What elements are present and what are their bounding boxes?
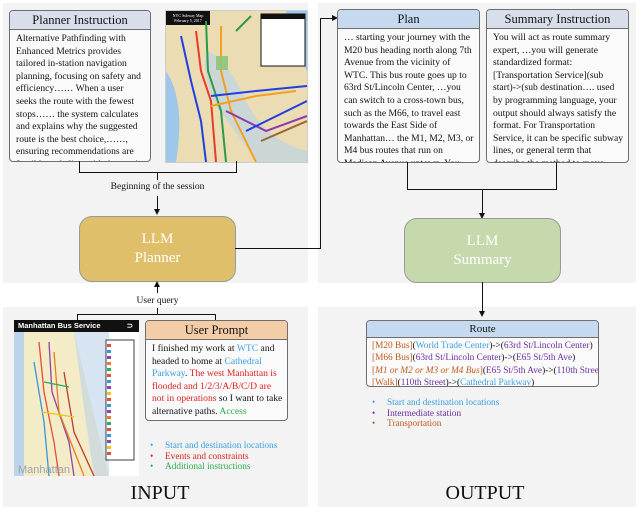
legend-label: Additional instructions	[165, 462, 251, 472]
route-service: M20 Bus	[375, 341, 410, 351]
legend-item-locations: • Start and destination locations	[150, 441, 278, 451]
legend-label: Events and constraints	[165, 451, 249, 462]
route-row: [M66 Bus](63rd St/Lincoln Center)->(E65 …	[372, 353, 576, 364]
output-label: OUTPUT	[445, 482, 525, 504]
legend-label: Start and destination locations	[387, 398, 500, 408]
manhattan-bus-map: Manhattan Bus Service ⊃ Manhattan	[14, 320, 139, 476]
route-row: [M1 or M2 or M3 or M4 Bus](E65 St/5th Av…	[372, 365, 598, 377]
route-to: E65 St/5th Ave	[515, 353, 573, 364]
bus-map-graphic: Manhattan	[14, 332, 139, 476]
llm-summary-line2: Summary	[453, 251, 512, 268]
llm-planner-line2: Planner	[134, 250, 181, 266]
beginning-of-session-label: Beginning of the session	[110, 182, 205, 192]
arrow-to-planner-head	[154, 209, 160, 215]
mta-logo-icon: ⊃	[126, 321, 133, 330]
route-title: Route	[367, 321, 598, 338]
legend-label: Start and destination locations	[165, 441, 278, 451]
legend-item-intermediate: • Intermediate station	[372, 408, 462, 419]
user-prompt-box: User Prompt I finished my work at WTC an…	[145, 320, 288, 421]
route-service: Walk	[375, 378, 395, 387]
connector-bracket-stem	[157, 172, 158, 180]
user-query-bracket	[77, 314, 216, 315]
input-label: INPUT	[130, 482, 190, 504]
legend-item-constraints: • Events and constraints	[150, 451, 249, 462]
route-row: [Walk](110th Street)->(Cathedral Parkway…	[372, 378, 535, 387]
route-service: M1 or M2 or M3 or M4 Bus	[375, 365, 480, 376]
planner-instruction-title: Planner Instruction	[10, 11, 150, 30]
route-from: 110th Street	[400, 378, 446, 387]
user-prompt-segment: I finished my work at	[152, 343, 237, 354]
llm-summary-node: LLM Summary	[404, 218, 561, 283]
summary-instruction-body: You will act as route summary expert, …y…	[493, 32, 623, 162]
plan-box: Plan … starting your journey with the M2…	[337, 9, 480, 163]
route-service: M66 Bus	[375, 353, 410, 364]
summary-bracket-right	[556, 162, 557, 190]
plan-title: Plan	[338, 10, 479, 29]
user-query-label: User query	[136, 296, 179, 306]
input-legend: • Start and destination locations • Events…	[150, 441, 277, 473]
route-to: 110th Street	[556, 365, 599, 376]
legend-item-locations: • Start and destination locations	[372, 398, 500, 408]
nyc-subway-map: NYC Subway Map February 5, 2017	[165, 10, 308, 163]
legend-item-transportation: • Transportation	[372, 419, 442, 429]
route-from: E65 St/5th Ave	[485, 365, 543, 376]
legend-label: Transportation	[387, 419, 442, 429]
planner-to-plan-vertical	[320, 18, 321, 249]
legend-item-instructions: • Additional instructions	[150, 462, 251, 472]
connector-bracket-right	[236, 161, 237, 172]
summary-bracket-stem	[482, 189, 483, 214]
route-row: [M20 Bus](World Trade Center)->(63rd St/…	[372, 341, 593, 351]
bus-map-title: Manhattan Bus Service	[18, 321, 101, 330]
connector-bracket-bottom	[79, 172, 237, 173]
planner-instruction-box: Planner Instruction Alternative Pathfind…	[9, 10, 151, 162]
summary-to-route-head	[479, 311, 485, 317]
summary-instruction-box: Summary Instruction You will act as rout…	[486, 9, 629, 163]
subway-map-graphic: NYC Subway Map February 5, 2017	[166, 11, 307, 162]
planner-to-plan-horizontal	[235, 248, 321, 249]
summary-instruction-title: Summary Instruction	[487, 10, 628, 29]
route-body: [M20 Bus](World Trade Center)->(63rd St/…	[367, 338, 598, 387]
llm-planner-node: LLM Planner	[79, 216, 236, 282]
start-location-text: WTC	[236, 343, 259, 354]
user-query-arrow-line	[157, 285, 158, 293]
planner-instruction-body: Alternative Pathfinding with Enhanced Me…	[16, 33, 141, 161]
output-legend: • Start and destination locations • Interm…	[372, 398, 499, 430]
planner-to-plan-top	[320, 18, 332, 19]
plan-body: … starting your journey with the M20 bus…	[344, 32, 474, 162]
user-prompt-body: I finished my work at WTC and headed to …	[146, 340, 287, 420]
arrow-to-planner-line	[157, 196, 158, 210]
user-prompt-title: User Prompt	[146, 321, 287, 340]
route-to: Cathedral Parkway	[460, 378, 532, 387]
bus-map-header: Manhattan Bus Service ⊃	[14, 320, 139, 332]
legend-label: Intermediate station	[387, 408, 462, 419]
summary-to-route-line	[482, 282, 483, 312]
route-from: World Trade Center	[415, 341, 490, 351]
llm-summary-line1: LLM	[466, 232, 499, 249]
route-box: Route [M20 Bus](World Trade Center)->(63…	[366, 320, 599, 387]
connector-bracket-left	[79, 161, 80, 172]
llm-planner-line1: LLM	[141, 231, 174, 247]
route-from: 63rd St/Lincoln Center	[415, 353, 502, 364]
route-to: 63rd St/Lincoln Center	[503, 341, 590, 351]
bus-map-watermark: Manhattan	[18, 464, 70, 476]
summary-bracket-left	[407, 162, 408, 190]
